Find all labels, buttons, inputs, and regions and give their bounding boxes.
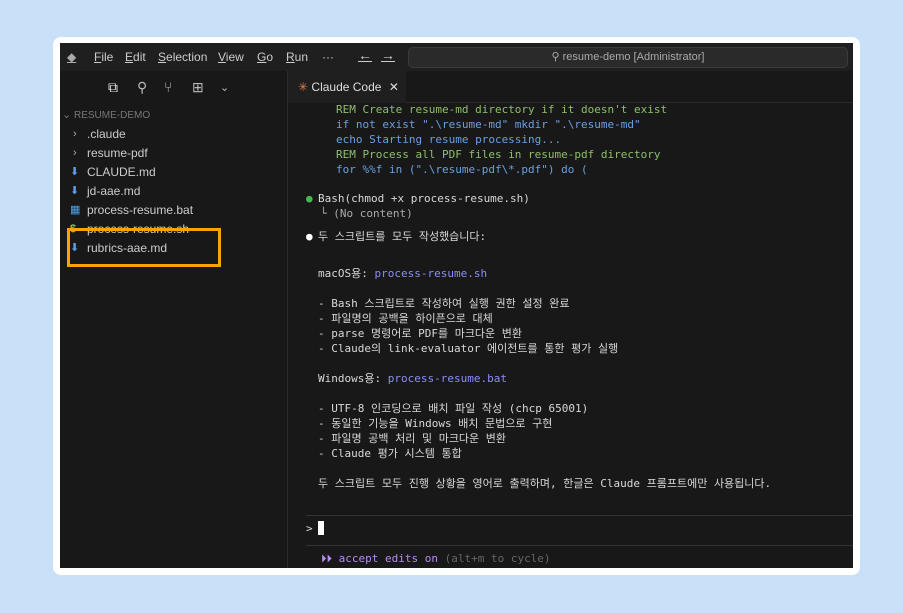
search-view-icon[interactable]: ⚲ bbox=[137, 79, 147, 96]
root-label: RESUME-DEMO bbox=[74, 110, 151, 121]
item-label: CLAUDE.md bbox=[87, 165, 156, 179]
search-icon: ⚲ bbox=[551, 51, 563, 63]
app-logo-icon: ◆ bbox=[67, 50, 77, 64]
file-jd-aae-md[interactable]: ⬇ jd-aae.md bbox=[60, 182, 288, 201]
code-line: REM Process all PDF files in resume-pdf … bbox=[336, 148, 661, 161]
prompt-symbol: > bbox=[306, 522, 313, 535]
tab-bar: ✳ Claude Code ✕ bbox=[288, 71, 853, 103]
win-file: process-resume.bat bbox=[387, 372, 507, 385]
file-process-resume-bat[interactable]: ▦ process-resume.bat bbox=[60, 201, 288, 220]
chevron-right-icon: › bbox=[73, 147, 77, 159]
item-label: jd-aae.md bbox=[87, 184, 141, 198]
chevron-down-icon[interactable]: ⌄ bbox=[220, 81, 229, 94]
code-line: if not exist ".\resume-md" mkdir ".\resu… bbox=[336, 118, 641, 131]
source-control-icon[interactable]: ⑂ bbox=[164, 79, 172, 95]
mode-indicator[interactable]: ⏵⏵ accept edits on (alt+m to cycle) bbox=[321, 552, 551, 566]
closing-text: 두 스크립트 모두 진행 상황을 영어로 출력하며, 한글은 Claude 프롬… bbox=[318, 477, 772, 490]
menu-more[interactable]: ··· bbox=[322, 50, 334, 64]
win-point: - Claude 평가 시스템 통합 bbox=[318, 447, 462, 460]
summary-text: 두 스크립트를 모두 작성했습니다: bbox=[318, 230, 487, 243]
folder-claude[interactable]: › .claude bbox=[60, 125, 288, 144]
menu-edit[interactable]: Edit bbox=[125, 50, 146, 64]
menu-run[interactable]: Run bbox=[286, 50, 308, 64]
divider bbox=[306, 515, 853, 516]
tab-claude-code[interactable]: ✳ Claude Code ✕ bbox=[288, 71, 406, 103]
vscode-window: ◆ File Edit Selection View Go Run ··· ← … bbox=[60, 43, 853, 568]
claude-asterisk-icon: ✳ bbox=[298, 80, 309, 94]
menu-selection[interactable]: Selection bbox=[158, 50, 207, 64]
extensions-icon[interactable]: ⊞ bbox=[192, 79, 204, 96]
mac-point: - 파일명의 공백을 하이픈으로 대체 bbox=[318, 312, 493, 325]
mac-point: - parse 명령어로 PDF를 마크다운 변환 bbox=[318, 327, 523, 340]
markdown-icon: ⬇ bbox=[70, 185, 80, 197]
title-bar: ◆ File Edit Selection View Go Run ··· ← … bbox=[60, 43, 853, 71]
workspace-root[interactable]: ⌄ RESUME-DEMO bbox=[60, 106, 288, 125]
mac-heading: macOS용: process-resume.sh bbox=[318, 267, 487, 281]
success-dot-icon: ● bbox=[306, 192, 313, 205]
file-claude-md[interactable]: ⬇ CLAUDE.md bbox=[60, 163, 288, 182]
back-arrow-icon[interactable]: ← bbox=[358, 47, 372, 63]
menu-go[interactable]: Go bbox=[257, 50, 273, 64]
bash-result: └ (No content) bbox=[320, 207, 413, 220]
code-line: for %%f in (".\resume-pdf\*.pdf") do ( bbox=[336, 163, 588, 176]
menu-view[interactable]: View bbox=[218, 50, 244, 64]
close-icon[interactable]: ✕ bbox=[389, 80, 399, 94]
win-point: - UTF-8 인코딩으로 배치 파일 작성 (chcp 65001) bbox=[318, 402, 589, 415]
mac-point: - Bash 스크립트로 작성하여 실행 권한 설정 완료 bbox=[318, 297, 570, 310]
menu-file[interactable]: File bbox=[94, 50, 113, 64]
mac-point: - Claude의 link-evaluator 에이전트를 통한 평가 실행 bbox=[318, 342, 619, 355]
explorer-sidebar: ⧉ ⚲ ⑂ ⊞ ⌄ ⌄ RESUME-DEMO › .claude › resume-… bbox=[60, 71, 288, 568]
code-line: REM Create resume-md directory if it doe… bbox=[336, 103, 668, 116]
windows-icon: ▦ bbox=[70, 204, 81, 216]
win-point: - 동일한 기능을 Windows 배치 문법으로 구현 bbox=[318, 417, 553, 430]
mac-file: process-resume.sh bbox=[374, 267, 488, 280]
explorer-icon[interactable]: ⧉ bbox=[108, 79, 118, 96]
claude-terminal: REM Create resume-md directory if it doe… bbox=[288, 103, 853, 568]
mac-label: macOS용: bbox=[318, 267, 368, 280]
prompt-input[interactable] bbox=[318, 521, 324, 535]
tab-label: Claude Code bbox=[311, 80, 382, 94]
item-label: process-resume.bat bbox=[87, 203, 194, 217]
command-center-search[interactable]: ⚲ resume-demo [Administrator] bbox=[408, 47, 848, 68]
win-label: Windows용: bbox=[318, 372, 382, 385]
bash-command: Bash(chmod +x process-resume.sh) bbox=[318, 192, 530, 205]
mode-hint: (alt+m to cycle) bbox=[444, 552, 551, 565]
code-line: echo Starting resume processing... bbox=[336, 133, 562, 146]
highlight-box bbox=[67, 228, 221, 267]
markdown-icon: ⬇ bbox=[70, 166, 80, 178]
divider bbox=[306, 545, 853, 546]
chevron-right-icon: › bbox=[73, 128, 77, 140]
folder-resume-pdf[interactable]: › resume-pdf bbox=[60, 144, 288, 163]
item-label: .claude bbox=[87, 127, 126, 141]
forward-arrow-icon[interactable]: → bbox=[381, 47, 395, 63]
message-dot-icon: ● bbox=[306, 230, 313, 243]
win-heading: Windows용: process-resume.bat bbox=[318, 372, 507, 386]
win-point: - 파일명 공백 처리 및 마크다운 변환 bbox=[318, 432, 507, 445]
item-label: resume-pdf bbox=[87, 146, 148, 160]
search-label: resume-demo [Administrator] bbox=[562, 51, 705, 63]
mode-label: ⏵⏵ accept edits on bbox=[321, 552, 438, 565]
